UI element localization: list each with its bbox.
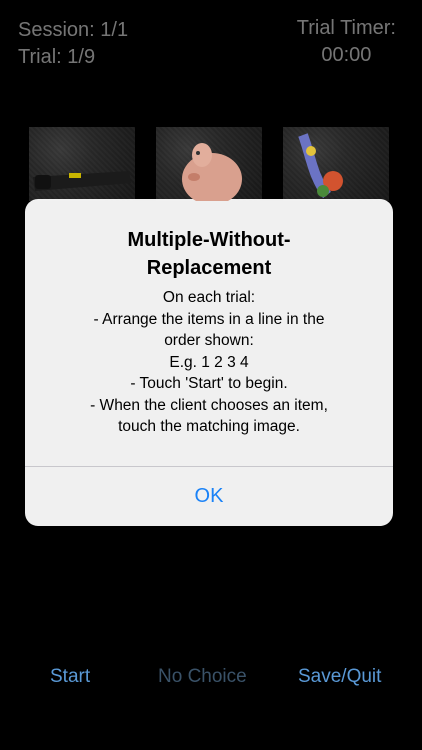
- item-images: [0, 127, 422, 201]
- instructions-alert: Multiple-Without- Replacement On each tr…: [25, 199, 393, 526]
- alert-title-line: Replacement: [146, 257, 272, 279]
- save-quit-button[interactable]: Save/Quit: [298, 666, 381, 688]
- pig-icon: [182, 143, 242, 201]
- alert-message-line: touch the matching image.: [118, 418, 300, 435]
- pig-toy-image[interactable]: [156, 127, 262, 201]
- flashlight-image[interactable]: [29, 127, 135, 201]
- toy-ring-icon: [298, 133, 343, 199]
- ok-button[interactable]: OK: [25, 467, 393, 526]
- alert-message-line: - When the client chooses an item,: [90, 396, 328, 414]
- alert-message-line: E.g. 1 2 3 4: [169, 353, 249, 371]
- start-button[interactable]: Start: [50, 666, 90, 688]
- no-choice-button[interactable]: No Choice: [158, 666, 247, 688]
- alert-message: On each trial: - Arrange the items in a …: [25, 287, 393, 438]
- alert-message-line: order shown:: [164, 332, 254, 349]
- toy-ring-image[interactable]: [283, 127, 389, 201]
- bottom-toolbar: Start No Choice Save/Quit: [0, 666, 422, 692]
- alert-title-line: Multiple-Without-: [127, 229, 291, 251]
- alert-message-line: On each trial:: [162, 289, 256, 306]
- alert-message-line: - Touch 'Start' to begin.: [130, 375, 288, 392]
- flashlight-icon: [33, 171, 131, 191]
- alert-message-line: - Arrange the items in a line in the: [93, 310, 325, 328]
- alert-title: Multiple-Without- Replacement: [25, 226, 393, 282]
